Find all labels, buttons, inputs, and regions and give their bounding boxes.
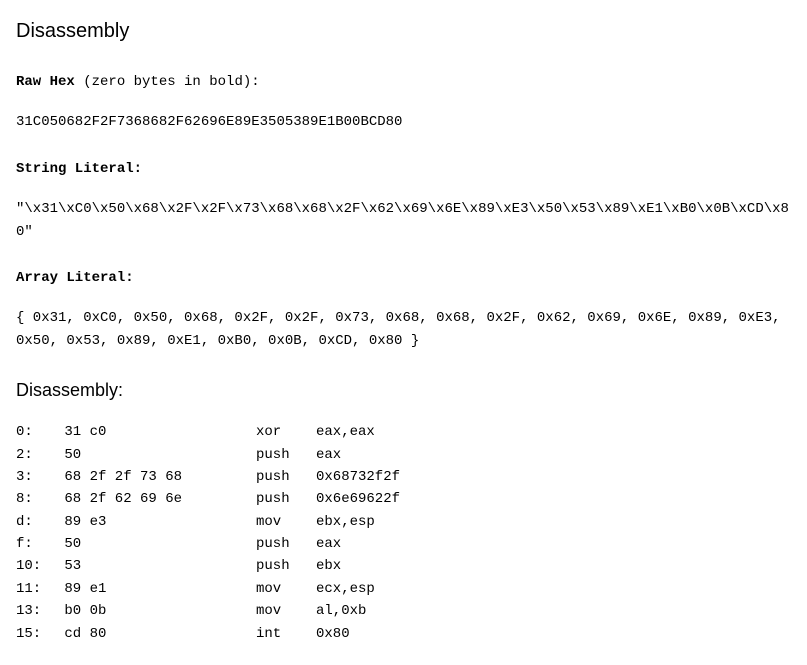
disasm-mnemonic: push <box>256 444 316 466</box>
disasm-row: 2: 50pusheax <box>16 444 400 466</box>
disasm-bytes: 31 c0 <box>56 421 256 443</box>
string-literal-value: "\x31\xC0\x50\x68\x2F\x2F\x73\x68\x68\x2… <box>16 198 791 243</box>
disasm-row: 15: cd 80int0x80 <box>16 623 400 645</box>
disasm-mnemonic: mov <box>256 578 316 600</box>
disasm-offset: 3: <box>16 466 56 488</box>
disasm-operands: 0x68732f2f <box>316 466 400 488</box>
disasm-offset: d: <box>16 511 56 533</box>
disasm-operands: ebx,esp <box>316 511 400 533</box>
disasm-operands: 0x6e69622f <box>316 488 400 510</box>
disassembly-table: 0: 31 c0xoreax,eax2: 50pusheax3: 68 2f 2… <box>16 421 400 645</box>
disasm-bytes: 50 <box>56 444 256 466</box>
raw-hex-suffix: (zero bytes in bold): <box>75 74 260 90</box>
disasm-offset: 13: <box>16 600 56 622</box>
disasm-row: 3: 68 2f 2f 73 68push0x68732f2f <box>16 466 400 488</box>
disasm-bytes: 89 e1 <box>56 578 256 600</box>
disasm-bytes: 50 <box>56 533 256 555</box>
disasm-mnemonic: push <box>256 466 316 488</box>
string-literal-label: String Literal: <box>16 158 791 180</box>
disasm-mnemonic: xor <box>256 421 316 443</box>
array-literal-label: Array Literal: <box>16 267 791 289</box>
raw-hex-label: Raw Hex <box>16 74 75 90</box>
disasm-offset: 0: <box>16 421 56 443</box>
disasm-offset: 2: <box>16 444 56 466</box>
disasm-bytes: cd 80 <box>56 623 256 645</box>
page-title: Disassembly <box>16 20 791 43</box>
disasm-row: 10: 53pushebx <box>16 555 400 577</box>
disasm-row: 0: 31 c0xoreax,eax <box>16 421 400 443</box>
disasm-operands: 0x80 <box>316 623 400 645</box>
disasm-operands: eax <box>316 533 400 555</box>
disasm-bytes: b0 0b <box>56 600 256 622</box>
disasm-row: 13: b0 0bmoval,0xb <box>16 600 400 622</box>
disasm-mnemonic: push <box>256 488 316 510</box>
disasm-bytes: 53 <box>56 555 256 577</box>
disasm-bytes: 68 2f 62 69 6e <box>56 488 256 510</box>
disasm-mnemonic: mov <box>256 511 316 533</box>
disasm-mnemonic: push <box>256 555 316 577</box>
disassembly-label: Disassembly: <box>16 380 791 401</box>
disasm-operands: al,0xb <box>316 600 400 622</box>
disasm-offset: f: <box>16 533 56 555</box>
disasm-mnemonic: int <box>256 623 316 645</box>
disasm-bytes: 89 e3 <box>56 511 256 533</box>
disasm-mnemonic: mov <box>256 600 316 622</box>
array-literal-value: { 0x31, 0xC0, 0x50, 0x68, 0x2F, 0x2F, 0x… <box>16 307 791 352</box>
disasm-bytes: 68 2f 2f 73 68 <box>56 466 256 488</box>
raw-hex-label-line: Raw Hex (zero bytes in bold): <box>16 71 791 93</box>
disasm-operands: ebx <box>316 555 400 577</box>
disasm-row: 8: 68 2f 62 69 6epush0x6e69622f <box>16 488 400 510</box>
disasm-offset: 11: <box>16 578 56 600</box>
disasm-row: f: 50pusheax <box>16 533 400 555</box>
raw-hex-value: 31C050682F2F7368682F62696E89E3505389E1B0… <box>16 111 791 133</box>
disasm-operands: ecx,esp <box>316 578 400 600</box>
disasm-operands: eax <box>316 444 400 466</box>
disasm-offset: 8: <box>16 488 56 510</box>
disasm-offset: 15: <box>16 623 56 645</box>
disasm-row: d: 89 e3movebx,esp <box>16 511 400 533</box>
disasm-row: 11: 89 e1movecx,esp <box>16 578 400 600</box>
disasm-offset: 10: <box>16 555 56 577</box>
disasm-mnemonic: push <box>256 533 316 555</box>
disasm-operands: eax,eax <box>316 421 400 443</box>
